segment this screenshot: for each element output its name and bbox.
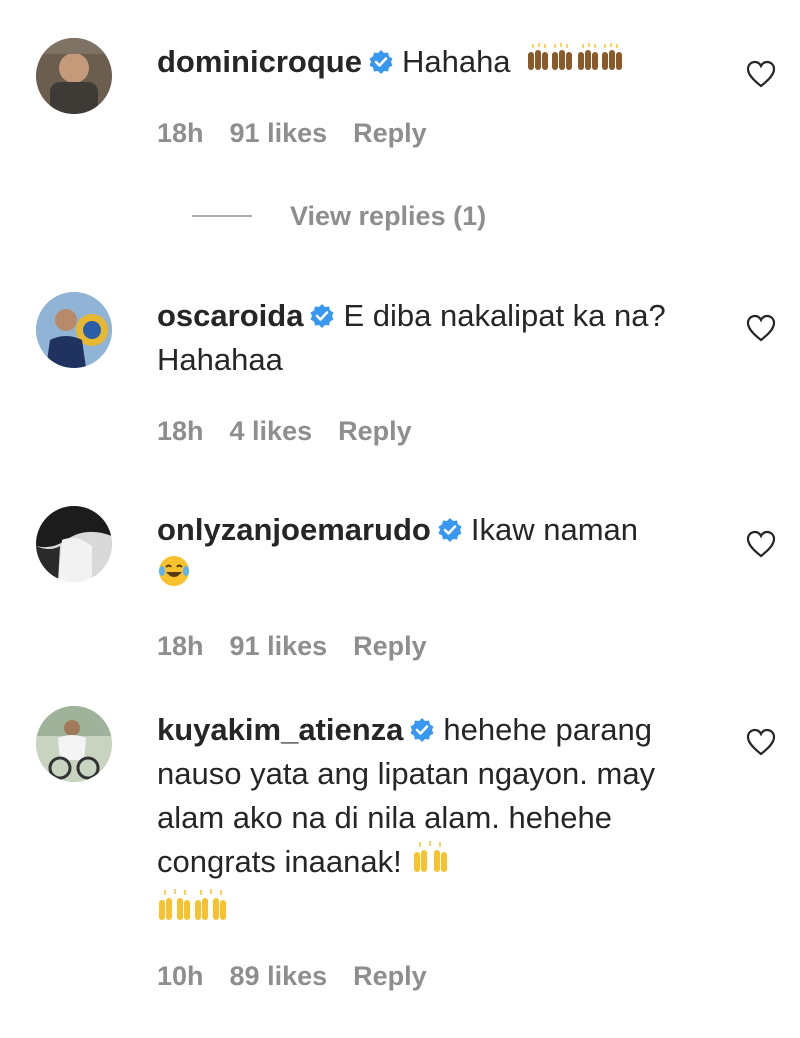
view-replies-button[interactable]: View replies (1) <box>192 198 486 234</box>
timestamp: 10h <box>157 961 204 991</box>
face-with-tears-of-joy-icon <box>157 554 191 600</box>
comment-text: Ikaw naman <box>470 512 639 547</box>
like-heart-icon[interactable] <box>746 314 776 342</box>
avatar[interactable] <box>36 38 112 114</box>
username[interactable]: dominicroque <box>157 44 362 79</box>
username[interactable]: oscaroida <box>157 298 303 333</box>
verified-badge-icon <box>409 711 435 742</box>
verified-badge-icon <box>309 297 335 328</box>
raised-hands-icon <box>525 42 575 88</box>
timestamp: 18h <box>157 416 204 446</box>
raised-hands-icon <box>410 840 454 888</box>
avatar[interactable] <box>36 506 112 582</box>
avatar[interactable] <box>36 292 112 368</box>
comment-body: dominicroque Hahaha <box>157 40 717 88</box>
comment-body: kuyakim_atienza hehehe parang nauso yata … <box>157 708 717 936</box>
likes-count[interactable]: 91 likes <box>230 631 328 661</box>
raised-hands-icon <box>157 888 229 936</box>
verified-badge-icon <box>437 511 463 542</box>
raised-hands-icon <box>575 42 625 88</box>
like-heart-icon[interactable] <box>746 728 776 756</box>
comment-body: oscaroida E diba nakalipat ka na? Hahahaa <box>157 294 717 382</box>
reply-button[interactable]: Reply <box>353 961 427 991</box>
verified-badge-icon <box>368 43 394 74</box>
likes-count[interactable]: 89 likes <box>230 961 328 991</box>
divider <box>192 215 252 217</box>
timestamp: 18h <box>157 118 204 148</box>
timestamp: 18h <box>157 631 204 661</box>
avatar[interactable] <box>36 706 112 782</box>
comment-meta: 18h 4 likes Reply <box>157 416 438 447</box>
comment-body: onlyzanjoemarudo Ikaw naman <box>157 508 717 600</box>
view-replies-label: View replies (1) <box>290 200 487 231</box>
like-heart-icon[interactable] <box>746 60 776 88</box>
reply-button[interactable]: Reply <box>353 118 427 148</box>
comment-meta: 10h 89 likes Reply <box>157 961 453 992</box>
like-heart-icon[interactable] <box>746 530 776 558</box>
likes-count[interactable]: 4 likes <box>230 416 313 446</box>
username[interactable]: onlyzanjoemarudo <box>157 512 431 547</box>
reply-button[interactable]: Reply <box>353 631 427 661</box>
comment-meta: 18h 91 likes Reply <box>157 631 453 662</box>
comment-meta: 18h 91 likes Reply <box>157 118 453 149</box>
username[interactable]: kuyakim_atienza <box>157 712 403 747</box>
likes-count[interactable]: 91 likes <box>230 118 328 148</box>
reply-button[interactable]: Reply <box>338 416 412 446</box>
comment-text: Hahaha <box>401 44 511 79</box>
